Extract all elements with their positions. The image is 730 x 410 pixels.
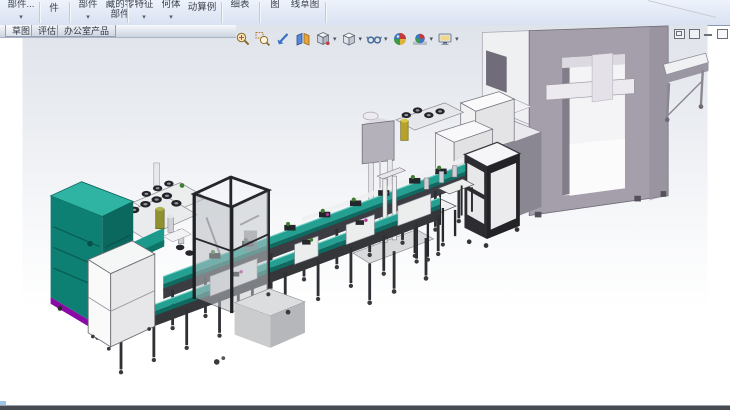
ribbon-separator bbox=[39, 2, 40, 23]
ribbon-separator bbox=[69, 2, 70, 23]
tab-office-products[interactable]: 办公室产品 bbox=[57, 25, 116, 37]
chevron-down-icon[interactable]: ▾ bbox=[430, 35, 434, 43]
chevron-down-icon[interactable]: ▾ bbox=[74, 13, 102, 23]
previous-view-icon[interactable] bbox=[274, 30, 292, 48]
maximize-window-icon[interactable] bbox=[689, 29, 700, 39]
ribbon-item-motion-study[interactable]: 动算例 bbox=[184, 3, 220, 13]
section-view-icon[interactable] bbox=[294, 30, 312, 48]
graphics-area[interactable]: ▾ ▾ ▾ ▾ ▾ bbox=[0, 25, 730, 406]
heads-up-view-toolbar: ▾ ▾ ▾ ▾ ▾ bbox=[234, 29, 460, 49]
chevron-down-icon[interactable]: ▾ bbox=[158, 13, 184, 23]
ribbon-separator bbox=[221, 2, 222, 23]
document-window-controls bbox=[674, 29, 728, 39]
close-window-icon[interactable] bbox=[717, 29, 728, 39]
ribbon-artifact-line bbox=[648, 0, 716, 18]
chevron-down-icon[interactable]: ▾ bbox=[131, 13, 157, 23]
ribbon-item-insert-component[interactable]: 部件...▾ bbox=[3, 0, 39, 10]
ribbon-item-reference-geometry[interactable]: 何体▾ bbox=[158, 0, 184, 10]
ribbon-item-explode-line-sketch[interactable]: 线草图 bbox=[287, 0, 323, 10]
chevron-down-icon[interactable]: ▾ bbox=[333, 35, 337, 43]
ribbon-item-move-component[interactable]: 部件▾ bbox=[74, 0, 102, 10]
ribbon-item-exploded-view[interactable]: 图 bbox=[266, 0, 284, 10]
ribbon-separator bbox=[127, 2, 128, 23]
command-manager-tabstrip: 草图 评估 办公室产品 bbox=[0, 25, 236, 38]
ribbon-item-assembly-features[interactable]: 特征▾ bbox=[131, 0, 157, 10]
view-orientation-icon[interactable] bbox=[314, 30, 332, 48]
ribbon-item-mate[interactable]: 件 bbox=[44, 4, 64, 14]
window-bottom-edge bbox=[0, 406, 730, 410]
command-manager-ribbon: 部件...▾ 件 部件▾ 藏的零部件 特征▾ 何体▾ 动算例 细表 图 线草图 bbox=[0, 0, 730, 26]
ribbon-separator bbox=[259, 2, 260, 23]
chevron-down-icon[interactable]: ▾ bbox=[455, 35, 459, 43]
restore-window-icon[interactable] bbox=[674, 29, 685, 39]
display-style-icon[interactable] bbox=[340, 30, 358, 48]
acrylic-guard-tower[interactable] bbox=[194, 177, 268, 313]
chevron-down-icon[interactable]: ▾ bbox=[3, 13, 39, 23]
apply-scene-icon[interactable] bbox=[411, 30, 429, 48]
ribbon-separator bbox=[325, 2, 326, 23]
minimize-window-icon[interactable] bbox=[704, 29, 713, 37]
zoom-to-area-icon[interactable] bbox=[254, 30, 272, 48]
ribbon-item-bill-of-materials[interactable]: 细表 bbox=[226, 0, 254, 10]
hide-show-items-icon[interactable] bbox=[365, 30, 383, 48]
chevron-down-icon[interactable]: ▾ bbox=[384, 35, 388, 43]
solidworks-window: { "window": {"width": 730, "height": 410… bbox=[0, 0, 730, 410]
zoom-to-fit-icon[interactable] bbox=[234, 30, 252, 48]
assembly-3d-scene[interactable] bbox=[0, 25, 730, 406]
view-settings-icon[interactable] bbox=[436, 30, 454, 48]
chevron-down-icon[interactable]: ▾ bbox=[359, 35, 363, 43]
edit-appearance-icon[interactable] bbox=[391, 30, 409, 48]
